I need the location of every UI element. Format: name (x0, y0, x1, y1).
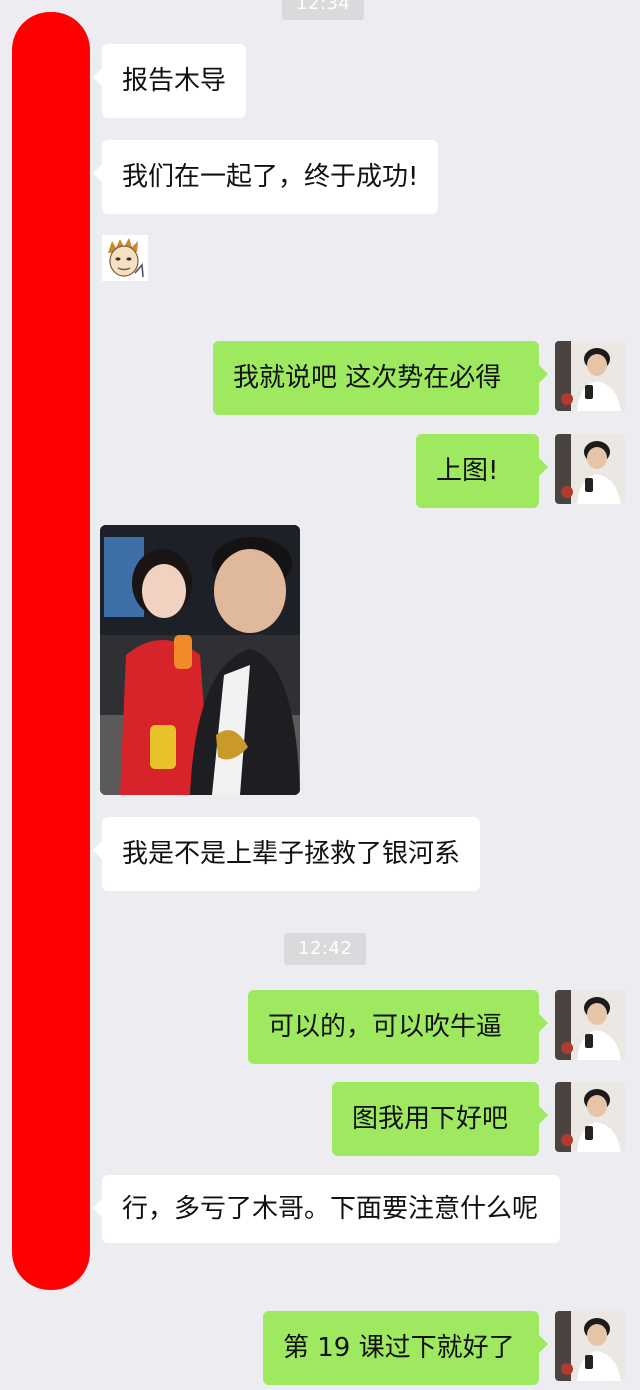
incoming-message[interactable]: 我们在一起了，终于成功! (92, 140, 439, 214)
user-avatar[interactable] (555, 1311, 625, 1381)
user-avatar[interactable] (555, 341, 625, 411)
user-avatar[interactable] (555, 434, 625, 504)
outgoing-message[interactable]: 我就说吧 这次势在必得 (213, 341, 548, 415)
outgoing-message[interactable]: 第 19 课过下就好了 (263, 1311, 548, 1385)
user-avatar[interactable] (555, 990, 625, 1060)
shared-photo[interactable] (100, 525, 300, 795)
outgoing-message[interactable]: 可以的，可以吹牛逼 (248, 990, 548, 1064)
timestamp: 12:34 (282, 0, 365, 20)
sticker-icon[interactable] (102, 235, 148, 281)
incoming-message[interactable]: 我是不是上辈子拯救了银河系 (92, 817, 481, 891)
incoming-message[interactable]: 报告木导 (92, 44, 247, 118)
user-avatar[interactable] (555, 1082, 625, 1152)
incoming-message[interactable]: 行，多亏了木哥。下面要注意什么呢 (93, 1175, 560, 1243)
redaction-bar (12, 12, 90, 1290)
outgoing-message[interactable]: 图我用下好吧 (332, 1082, 548, 1156)
outgoing-message[interactable]: 上图! (416, 434, 548, 508)
timestamp: 12:42 (284, 933, 367, 965)
